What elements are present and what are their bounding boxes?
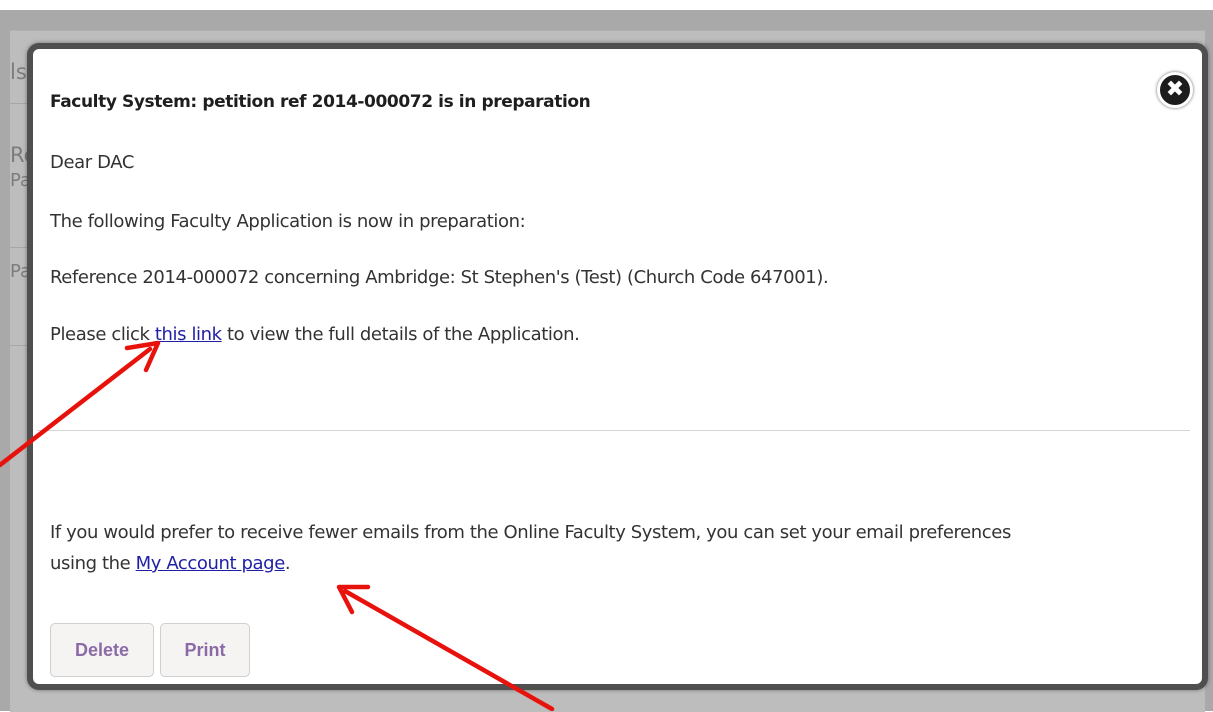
background-fragment: ls xyxy=(10,60,27,84)
prefs-prefix: using the xyxy=(50,553,136,574)
email-subject: Faculty System: petition ref 2014-000072… xyxy=(50,92,591,112)
email-greeting: Dear DAC xyxy=(50,152,134,173)
close-icon[interactable]: ✖ xyxy=(1157,72,1193,108)
email-intro: The following Faculty Application is now… xyxy=(50,211,526,232)
my-account-link[interactable]: My Account page xyxy=(136,553,286,574)
email-preferences-line: If you would prefer to receive fewer ema… xyxy=(50,522,1011,543)
application-details-link[interactable]: this link xyxy=(155,324,222,345)
prefs-suffix: . xyxy=(284,553,291,574)
print-button[interactable]: Print xyxy=(160,623,250,677)
click-suffix: to view the full details of the Applicat… xyxy=(221,324,580,345)
delete-button[interactable]: Delete xyxy=(50,623,154,677)
email-click-line: Please click this link to view the full … xyxy=(50,324,580,345)
email-preferences-line-2: using the My Account page. xyxy=(50,553,291,574)
click-prefix: Please click xyxy=(50,324,155,345)
email-reference: Reference 2014-000072 concerning Ambridg… xyxy=(50,267,829,288)
email-message-dialog xyxy=(27,43,1208,690)
email-divider xyxy=(37,430,1190,431)
